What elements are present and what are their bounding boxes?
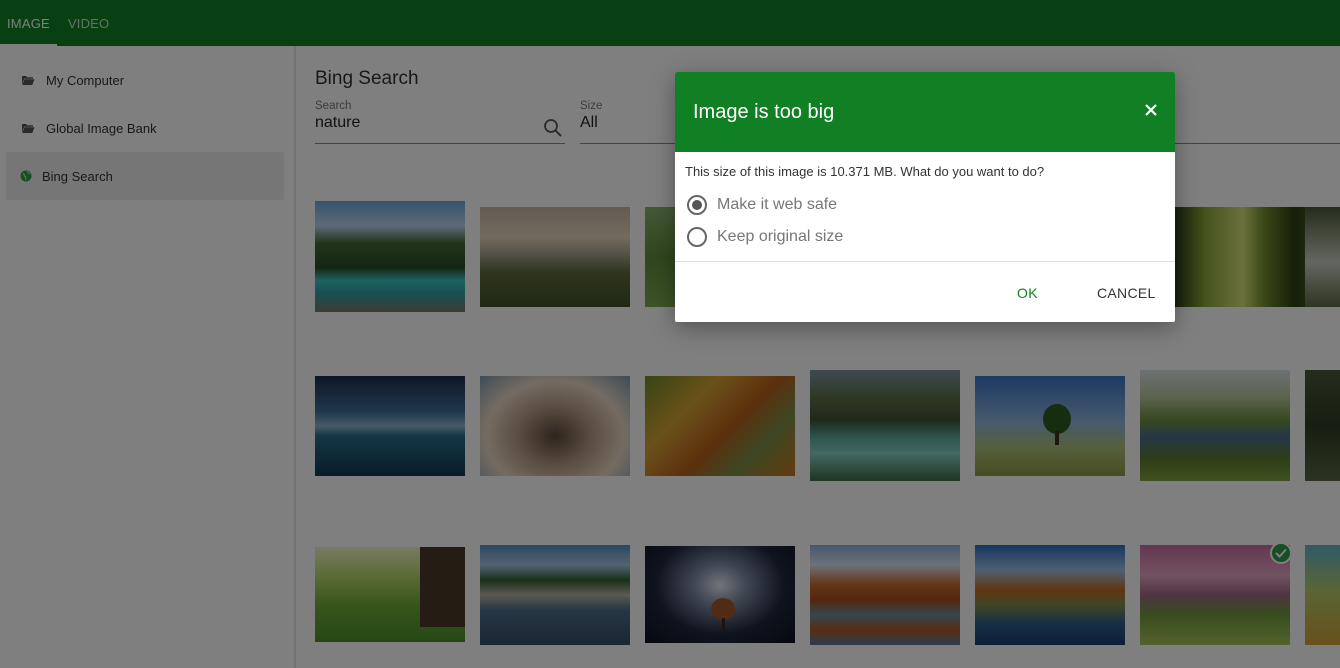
dialog-header: Image is too big — [675, 72, 1175, 152]
radio-make-web-safe[interactable] — [687, 195, 707, 215]
option-label: Keep original size — [717, 228, 844, 245]
dialog-message: This size of this image is 10.371 MB. Wh… — [685, 164, 1045, 179]
dialog-divider — [675, 261, 1175, 262]
dialog-actions: OK CANCEL — [675, 263, 1175, 322]
radio-selected-dot — [692, 200, 702, 210]
dialog-title: Image is too big — [693, 100, 835, 123]
cancel-button[interactable]: CANCEL — [1097, 263, 1156, 322]
ok-button[interactable]: OK — [1017, 263, 1038, 322]
image-too-big-dialog: Image is too big This size of this image… — [675, 72, 1175, 322]
close-icon[interactable] — [1141, 100, 1161, 120]
option-make-web-safe[interactable]: Make it web safe — [675, 189, 1175, 221]
radio-keep-original-size[interactable] — [687, 227, 707, 247]
option-label: Make it web safe — [717, 196, 838, 213]
resize-options: Make it web safe Keep original size — [675, 189, 1175, 253]
option-keep-original-size[interactable]: Keep original size — [675, 221, 1175, 253]
